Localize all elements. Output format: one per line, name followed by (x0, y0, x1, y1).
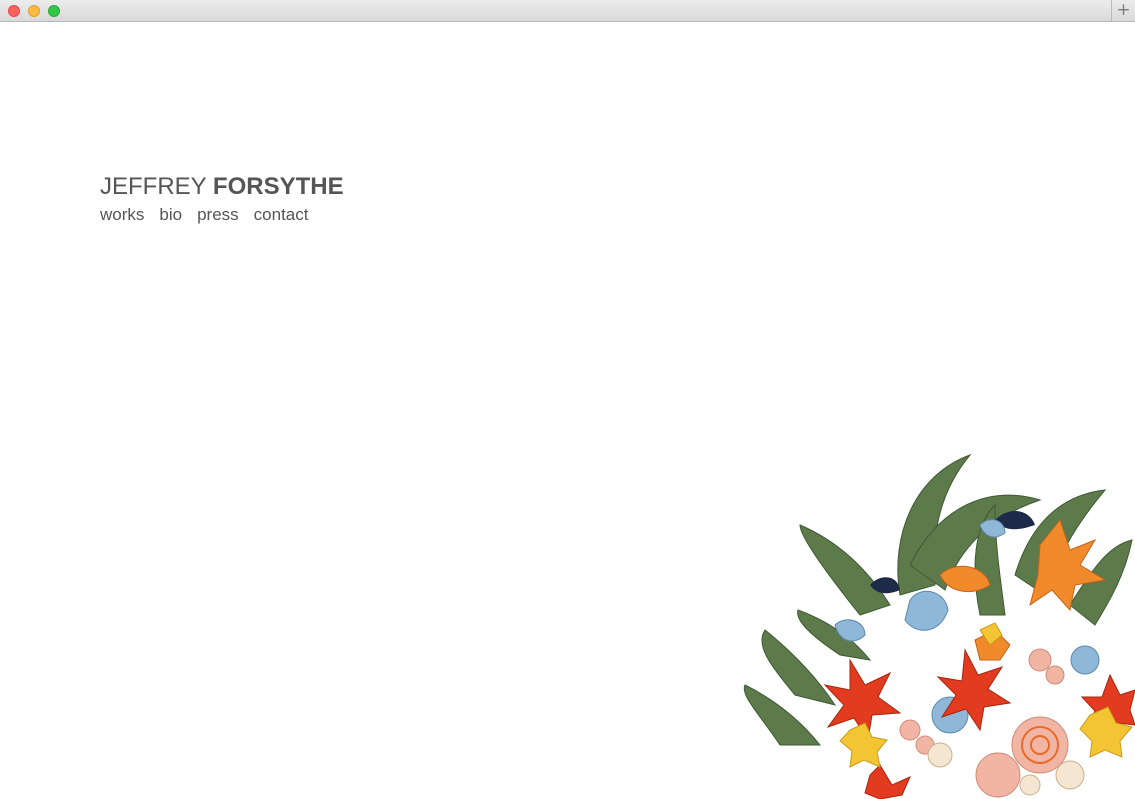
site-title[interactable]: JEFFREY FORSYTHE (100, 173, 344, 201)
flower-bouquet-illustration (743, 453, 1135, 799)
nav-item-contact[interactable]: contact (254, 205, 309, 225)
nav-item-press[interactable]: press (197, 205, 239, 225)
maximize-window-button[interactable] (48, 5, 60, 17)
new-tab-button[interactable]: + (1111, 0, 1135, 21)
nav-item-bio[interactable]: bio (159, 205, 182, 225)
title-bar: + (0, 0, 1135, 22)
nav-item-works[interactable]: works (100, 205, 144, 225)
site-title-last-name: FORSYTHE (212, 173, 344, 200)
minimize-window-button[interactable] (28, 5, 40, 17)
close-window-button[interactable] (8, 5, 20, 17)
site-title-first-name: JEFFREY (100, 173, 207, 200)
main-nav: works bio press contact (100, 205, 308, 225)
browser-window: + JEFFREY FORSYTHE works bio press conta… (0, 0, 1135, 799)
